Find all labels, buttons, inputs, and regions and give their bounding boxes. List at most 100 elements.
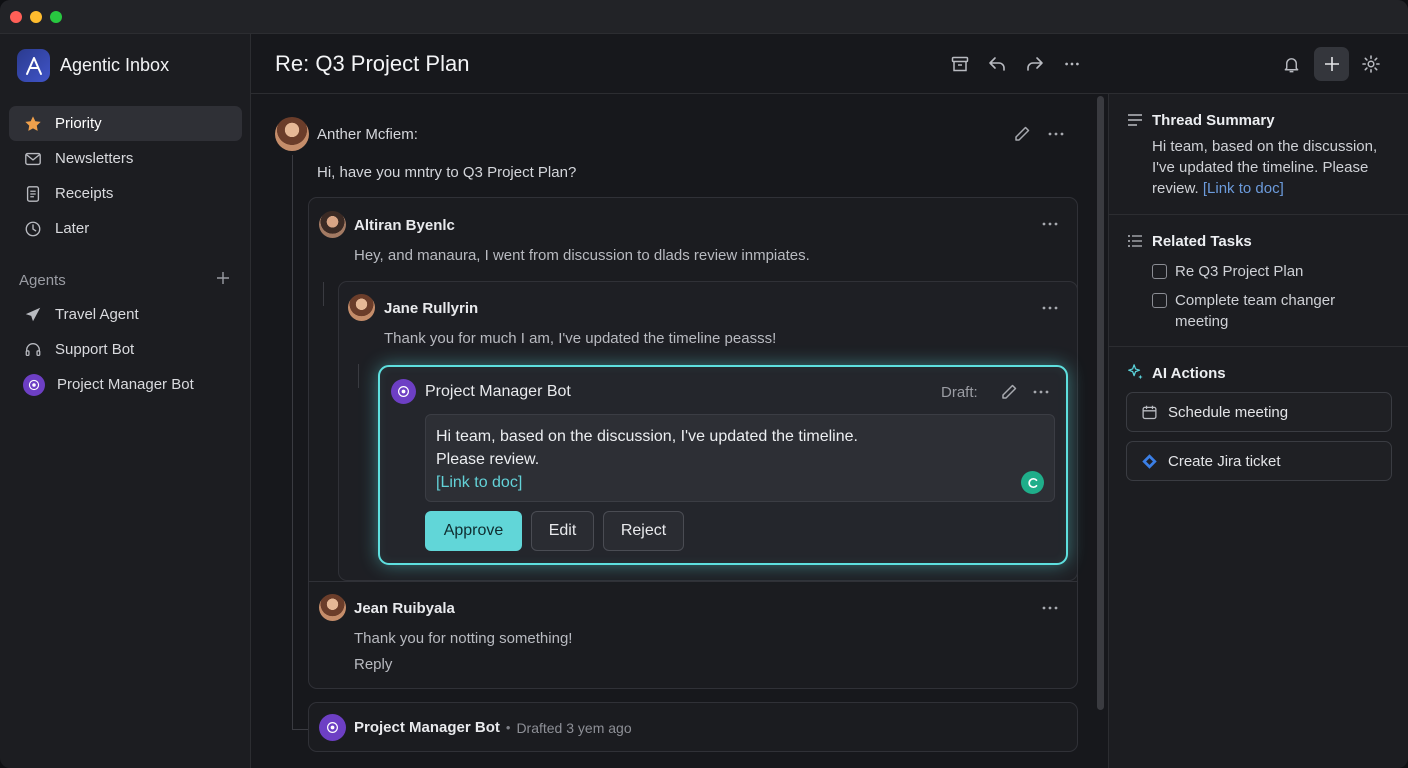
message-more-button[interactable] [1040, 598, 1060, 622]
thread-scrollbar[interactable] [1097, 96, 1104, 710]
edit-message-button[interactable] [1012, 124, 1032, 148]
avatar [319, 211, 346, 238]
create-jira-ticket-button[interactable]: Create Jira ticket [1126, 441, 1392, 481]
action-label: Schedule meeting [1168, 403, 1289, 421]
zoom-window-button[interactable] [50, 11, 62, 23]
message-sender: Jean Ruibyala [354, 600, 455, 617]
draft-link[interactable]: [Link to doc] [436, 471, 1044, 494]
sidebar-item-later[interactable]: Later [9, 211, 242, 246]
more-options-button[interactable] [1060, 52, 1084, 76]
summary-link[interactable]: [Link to doc] [1203, 180, 1284, 197]
list-icon [1127, 233, 1143, 253]
draft-more-button[interactable] [1031, 382, 1051, 406]
message-sender: Anther Mcfiem: [317, 126, 418, 143]
calendar-icon [1142, 405, 1157, 419]
summary-line: review. [1152, 180, 1199, 197]
reply-link[interactable]: Reply [354, 656, 392, 673]
bot-icon [319, 714, 346, 741]
message-more-button[interactable] [1040, 214, 1060, 238]
draft-line: Please review. [436, 451, 540, 468]
message-more-button[interactable] [1046, 124, 1066, 148]
mail-icon [23, 149, 43, 169]
task-checkbox[interactable] [1152, 264, 1167, 279]
notifications-button[interactable] [1279, 52, 1303, 76]
archive-button[interactable] [948, 52, 972, 76]
settings-button[interactable] [1359, 52, 1383, 76]
bot-draft-header: Project Manager Bot • Drafted 3 yem ago [354, 719, 632, 736]
task-item[interactable]: Re Q3 Project Plan [1152, 261, 1303, 282]
pencil-icon [1015, 126, 1030, 141]
message-sender: Jane Rullyrin [384, 300, 479, 317]
schedule-meeting-button[interactable]: Schedule meeting [1126, 392, 1392, 432]
action-label: Create Jira ticket [1168, 452, 1281, 470]
sidebar-item-receipts[interactable]: Receipts [9, 176, 242, 211]
draft-status: Draft: [941, 384, 978, 401]
agents-heading: Agents [19, 271, 66, 289]
app-window: Agentic Inbox Priority Newsletters Recei… [0, 0, 1408, 768]
sidebar-item-support-bot[interactable]: Support Bot [9, 332, 242, 367]
app-title: Agentic Inbox [60, 55, 170, 75]
gear-icon [1362, 55, 1380, 73]
bot-icon [23, 373, 45, 396]
clock-icon [23, 219, 43, 239]
more-icon [1033, 390, 1049, 394]
task-checkbox[interactable] [1152, 293, 1167, 308]
edit-button[interactable]: Edit [531, 511, 594, 551]
sidebar-item-newsletters[interactable]: Newsletters [9, 141, 242, 176]
message-body: Hey, and manaura, I went from discussion… [354, 247, 810, 264]
thread-subject: Re: Q3 Project Plan [275, 51, 470, 76]
sidebar-item-label: Project Manager Bot [57, 376, 194, 393]
app-logo-icon [17, 49, 50, 82]
message-sender: Project Manager Bot [354, 719, 500, 736]
tasks-title: Related Tasks [1152, 233, 1252, 250]
edit-draft-button[interactable] [999, 382, 1019, 406]
message-body: Hi, have you mntry to Q3 Project Plan? [317, 164, 577, 181]
close-window-button[interactable] [10, 11, 22, 23]
sidebar-item-label: Later [55, 220, 90, 237]
minimize-window-button[interactable] [30, 11, 42, 23]
summary-line-3: review. [Link to doc] [1152, 178, 1397, 199]
reply-button[interactable] [985, 52, 1009, 76]
sidebar-item-label: Priority [55, 115, 102, 132]
task-label-line: meeting [1175, 313, 1229, 330]
plane-icon [23, 305, 43, 325]
avatar [348, 294, 375, 321]
divider [1109, 346, 1408, 347]
context-panel: Thread Summary Hi team, based on the dis… [1108, 94, 1408, 768]
brand: Agentic Inbox [17, 49, 169, 82]
plus-icon [1324, 57, 1339, 71]
task-label: Re Q3 Project Plan [1175, 263, 1304, 280]
headset-icon [23, 340, 43, 360]
sidebar-item-label: Support Bot [55, 341, 135, 358]
summary-title: Thread Summary [1152, 112, 1275, 129]
sparkle-icon [1126, 363, 1144, 385]
new-message-button[interactable] [1314, 47, 1349, 81]
agents-list: Travel Agent Support Bot Project Manager… [9, 297, 242, 402]
sidebar-item-project-manager-bot[interactable]: Project Manager Bot [9, 367, 242, 402]
reply-icon [989, 57, 1005, 71]
forward-button[interactable] [1023, 52, 1047, 76]
star-icon [23, 114, 43, 134]
sidebar-item-travel-agent[interactable]: Travel Agent [9, 297, 242, 332]
message-sender: Altiran Byenlc [354, 217, 455, 234]
sidebar-nav: Priority Newsletters Receipts Later [9, 106, 242, 246]
divider [309, 581, 1077, 582]
grammar-check-icon[interactable] [1021, 471, 1044, 494]
sidebar-item-priority[interactable]: Priority [9, 106, 242, 141]
draft-sender: Project Manager Bot [425, 383, 571, 400]
thread-header: Re: Q3 Project Plan [251, 34, 1408, 94]
summary-line: I've updated the timeline. Please [1152, 159, 1369, 176]
task-item[interactable]: Complete team changer meeting [1152, 290, 1335, 332]
approve-button[interactable]: Approve [425, 511, 522, 551]
thread-line [323, 282, 324, 306]
more-icon [1048, 132, 1064, 136]
draft-text-area[interactable]: Hi team, based on the discussion, I've u… [425, 414, 1055, 502]
receipt-icon [23, 184, 43, 204]
reject-button[interactable]: Reject [603, 511, 684, 551]
thread-line [292, 729, 308, 730]
message-body: Thank you for notting something! [354, 630, 573, 647]
message-more-button[interactable] [1040, 298, 1060, 322]
avatar [319, 594, 346, 621]
separator-dot: • [505, 720, 511, 735]
add-agent-button[interactable] [215, 270, 231, 290]
